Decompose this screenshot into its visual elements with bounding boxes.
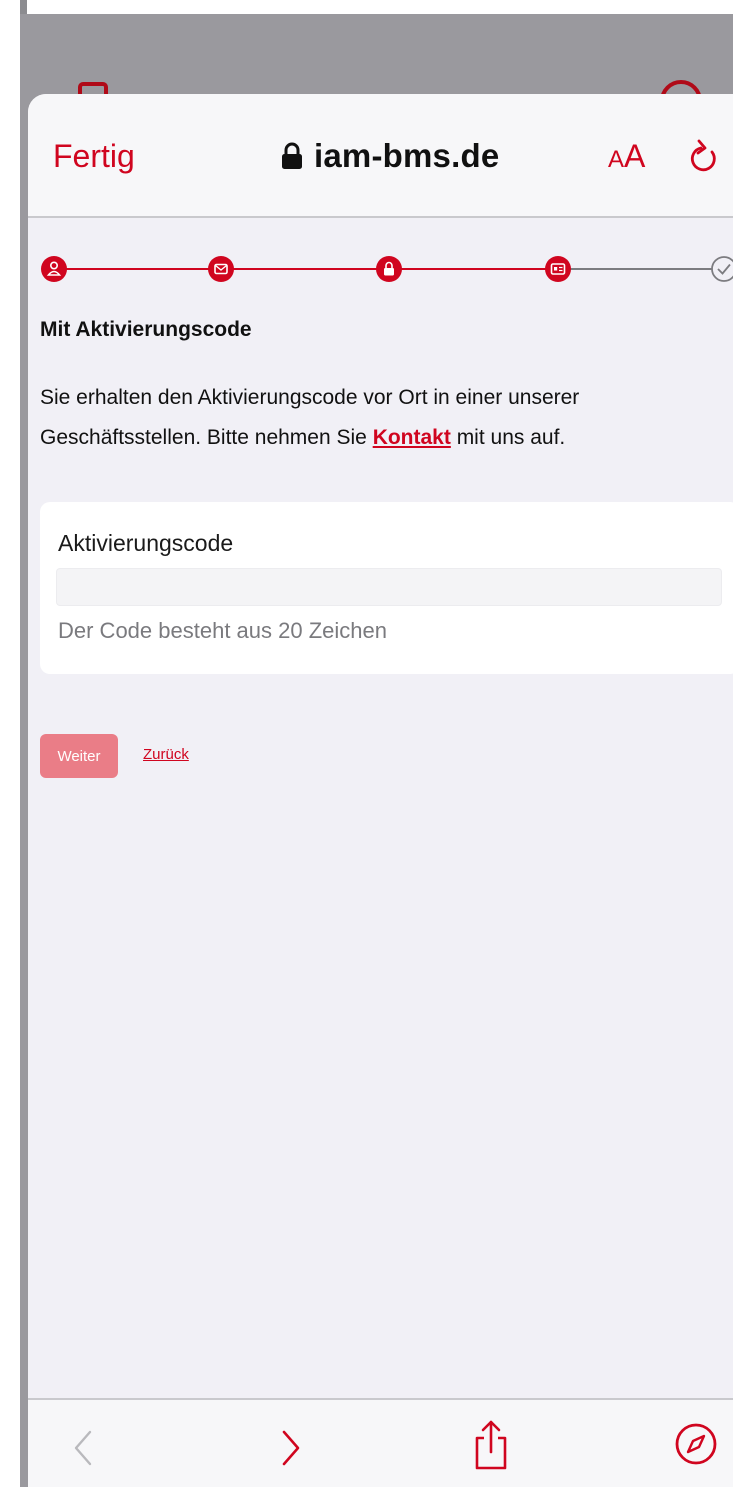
share-icon[interactable] (471, 1418, 511, 1472)
back-arrow-icon[interactable] (68, 1428, 98, 1468)
safari-view-sheet: Fertig iam-bms.de AA Mit Aktivierungscod… (28, 94, 733, 1487)
reload-icon[interactable] (688, 138, 722, 178)
browser-bottom-toolbar (28, 1398, 733, 1487)
description-line-2-end: mit uns auf. (450, 426, 566, 449)
activation-code-card: Aktivierungscode Der Code besteht aus 20… (40, 502, 733, 674)
description-line-2-start: Geschäftsstellen. Bitte nehmen Sie (40, 426, 373, 449)
text-size-small-a: A (608, 146, 625, 173)
step-5-check-icon (711, 256, 733, 282)
step-4-id-card-icon (545, 256, 571, 282)
activation-code-hint: Der Code besteht aus 20 Zeichen (58, 618, 387, 643)
activation-code-input[interactable] (56, 568, 722, 606)
lock-icon (282, 142, 302, 169)
forward-arrow-icon[interactable] (276, 1428, 306, 1468)
step-3-lock-icon (376, 256, 402, 282)
url-text: iam-bms.de (314, 137, 500, 174)
contact-link[interactable]: Kontakt (373, 426, 451, 449)
address-bar[interactable]: iam-bms.de (280, 136, 499, 176)
text-size-button[interactable]: AA (608, 138, 645, 175)
back-link[interactable]: Zurück (143, 746, 189, 763)
description-line-1: Sie erhalten den Aktivierungscode vor Or… (40, 386, 580, 409)
activation-code-label: Aktivierungscode (58, 530, 234, 556)
description: Sie erhalten den Aktivierungscode vor Or… (40, 378, 720, 458)
device-bezel (0, 0, 20, 1487)
browser-top-bar: Fertig iam-bms.de AA (28, 94, 733, 218)
done-button[interactable]: Fertig (53, 138, 135, 175)
step-1-user-icon (41, 256, 67, 282)
section-title: Mit Aktivierungscode (40, 318, 252, 341)
compass-icon[interactable] (674, 1422, 718, 1466)
step-2-mail-icon (208, 256, 234, 282)
text-size-large-a: A (624, 138, 646, 174)
progress-stepper (41, 256, 733, 282)
next-button[interactable]: Weiter (40, 734, 118, 778)
